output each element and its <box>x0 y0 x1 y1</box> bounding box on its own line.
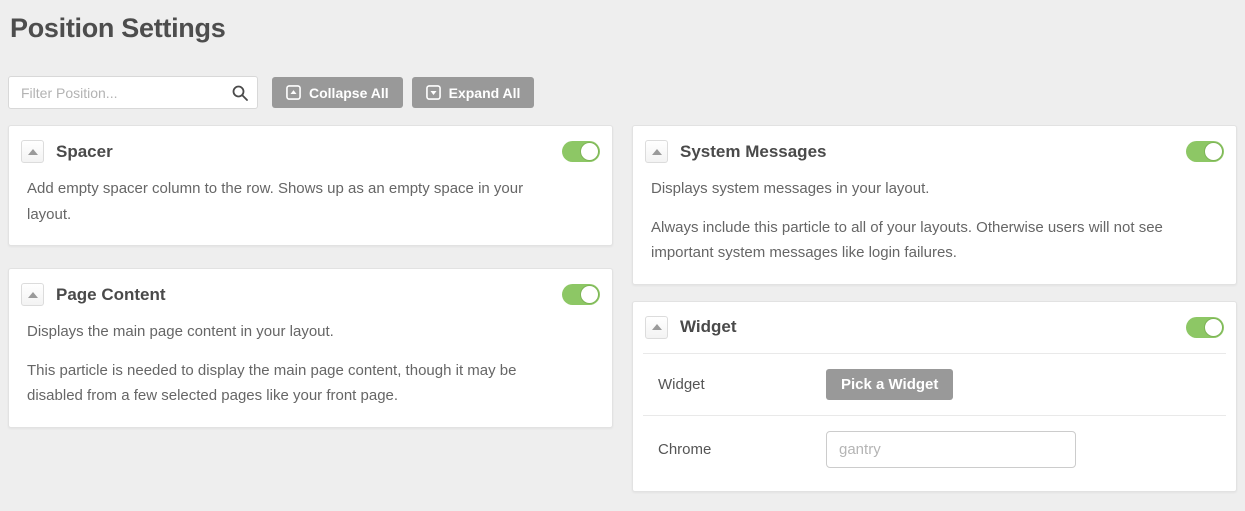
collapse-all-label: Collapse All <box>309 84 389 101</box>
page-title: Position Settings <box>10 13 226 43</box>
card-system-messages: System Messages Displays system messages… <box>632 125 1237 285</box>
position-settings-page: Position Settings Collapse All Expand Al… <box>0 13 1245 511</box>
caret-square-up-icon <box>286 85 301 100</box>
card-header: Spacer <box>19 140 602 163</box>
toggle-knob <box>580 285 599 304</box>
expand-all-button[interactable]: Expand All <box>411 77 535 108</box>
card-title: Spacer <box>56 141 113 161</box>
toggle-knob <box>1204 317 1223 337</box>
field-row-widget: Widget Pick a Widget <box>643 354 1226 415</box>
caret-up-icon <box>651 148 662 155</box>
toolbar: Collapse All Expand All <box>8 76 1237 109</box>
collapse-card-button[interactable] <box>645 140 668 163</box>
enabled-toggle[interactable] <box>1186 316 1224 338</box>
card-title: Page Content <box>56 284 166 304</box>
card-title: System Messages <box>680 141 827 161</box>
chrome-input[interactable] <box>826 430 1076 468</box>
card-spacer: Spacer Add empty spacer column to the ro… <box>8 125 613 246</box>
collapse-card-button[interactable] <box>21 140 44 163</box>
enabled-toggle[interactable] <box>562 284 600 305</box>
card-page-content: Page Content Displays the main page cont… <box>8 268 613 428</box>
cards-grid: Spacer Add empty spacer column to the ro… <box>8 125 1237 492</box>
right-column: System Messages Displays system messages… <box>632 125 1237 492</box>
card-description: Displays system messages in your layout. <box>651 180 930 197</box>
card-description: Always include this particle to all of y… <box>651 218 1163 262</box>
search-icon <box>232 85 248 101</box>
card-title: Widget <box>680 317 737 336</box>
collapse-card-button[interactable] <box>645 315 668 339</box>
card-description: Add empty spacer column to the row. Show… <box>27 180 524 223</box>
field-label: Chrome <box>658 440 712 458</box>
card-header: Widget <box>643 315 1226 354</box>
card-header: System Messages <box>643 140 1226 163</box>
card-description: Displays the main page content in your l… <box>27 323 334 340</box>
caret-up-icon <box>27 291 38 298</box>
card-header: Page Content <box>19 283 602 306</box>
card-description: This particle is needed to display the m… <box>27 361 517 405</box>
expand-all-label: Expand All <box>448 84 521 101</box>
enabled-toggle[interactable] <box>562 141 600 162</box>
caret-up-icon <box>27 148 38 155</box>
pick-a-widget-button[interactable]: Pick a Widget <box>826 368 954 400</box>
caret-square-down-icon <box>425 85 441 100</box>
field-label: Widget <box>658 375 705 393</box>
left-column: Spacer Add empty spacer column to the ro… <box>8 125 613 428</box>
caret-up-icon <box>651 324 662 330</box>
field-row-chrome: Chrome <box>643 414 1226 483</box>
toggle-knob <box>1204 142 1223 161</box>
filter-position-input[interactable] <box>9 77 221 108</box>
collapse-all-button[interactable]: Collapse All <box>272 77 403 108</box>
collapse-card-button[interactable] <box>21 283 44 306</box>
toggle-knob <box>580 142 599 161</box>
enabled-toggle[interactable] <box>1186 141 1224 162</box>
card-widget: Widget Widget Pick a Widget Chrome <box>632 300 1237 492</box>
filter-position-box <box>8 76 258 109</box>
